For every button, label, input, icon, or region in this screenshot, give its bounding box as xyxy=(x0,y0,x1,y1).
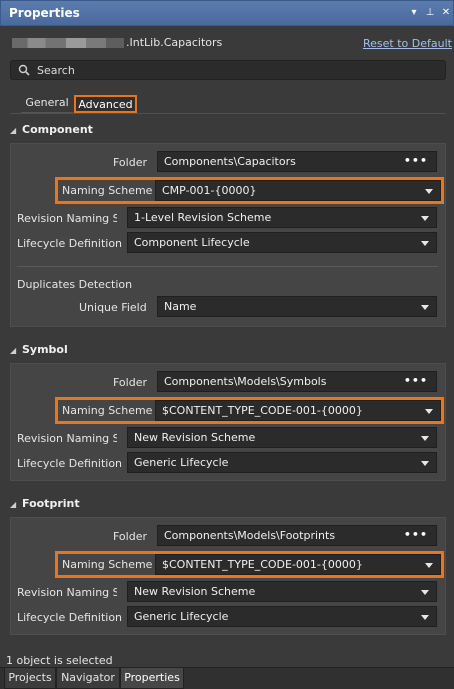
unique-field-select[interactable]: Name xyxy=(157,296,437,317)
lifecycle-label: Lifecycle Definition xyxy=(17,611,123,624)
duplicates-detection-title: Duplicates Detection xyxy=(17,278,133,291)
component-naming-scheme-select[interactable]: CMP-001-{0000} xyxy=(155,180,441,201)
naming-scheme-label: Naming Scheme xyxy=(62,404,153,417)
panel-titlebar: Properties ▾ ⊥ ✕ xyxy=(0,0,454,26)
symbol-folder-field[interactable]: Components\Models\Symbols ••• xyxy=(157,371,437,392)
naming-scheme-value: $CONTENT_TYPE_CODE-001-{0000} xyxy=(162,404,363,417)
section-header-symbol[interactable]: ◢ Symbol xyxy=(10,343,68,356)
folder-label: Folder xyxy=(113,156,147,169)
footprint-lifecycle-select[interactable]: Generic Lifecycle xyxy=(127,606,437,627)
tab-divider xyxy=(10,113,446,114)
redacted-library-prefix xyxy=(12,38,124,48)
component-folder-field[interactable]: Components\Capacitors ••• xyxy=(157,151,437,172)
naming-scheme-label: Naming Scheme xyxy=(62,558,153,571)
selection-status: 1 object is selected xyxy=(6,654,113,667)
lifecycle-value: Component Lifecycle xyxy=(134,236,250,249)
triangle-collapse-icon: ◢ xyxy=(10,126,17,135)
library-name: .IntLib.Capacitors xyxy=(126,36,223,49)
folder-value: Components\Capacitors xyxy=(164,155,296,168)
lifecycle-value: Generic Lifecycle xyxy=(134,610,229,623)
chevron-down-icon xyxy=(425,563,433,568)
folder-label: Folder xyxy=(113,376,147,389)
tab-advanced[interactable]: Advanced xyxy=(74,95,137,113)
chevron-down-icon xyxy=(421,216,429,221)
triangle-collapse-icon: ◢ xyxy=(10,500,17,509)
bottom-tab-projects[interactable]: Projects xyxy=(4,667,56,689)
chevron-down-icon xyxy=(425,189,433,194)
revision-naming-label: Revision Naming Sc xyxy=(17,432,117,445)
revision-naming-label: Revision Naming Sc xyxy=(17,586,117,599)
bottom-tab-navigator[interactable]: Navigator xyxy=(56,667,120,689)
lifecycle-label: Lifecycle Definition xyxy=(17,457,123,470)
revision-value: 1-Level Revision Scheme xyxy=(134,211,272,224)
panel-title: Properties xyxy=(9,6,80,20)
triangle-collapse-icon: ◢ xyxy=(10,346,17,355)
section-header-footprint[interactable]: ◢ Footprint xyxy=(10,497,80,510)
lifecycle-value: Generic Lifecycle xyxy=(134,456,229,469)
unique-field-label: Unique Field xyxy=(79,301,147,314)
revision-value: New Revision Scheme xyxy=(134,585,256,598)
lifecycle-label: Lifecycle Definition xyxy=(17,237,123,250)
symbol-lifecycle-select[interactable]: Generic Lifecycle xyxy=(127,452,437,473)
revision-naming-label: Revision Naming Sc xyxy=(17,212,117,225)
chevron-down-icon xyxy=(425,409,433,414)
bottom-tab-properties[interactable]: Properties xyxy=(120,667,184,689)
section-title: Footprint xyxy=(22,497,80,510)
chevron-down-icon xyxy=(421,436,429,441)
footprint-revision-select[interactable]: New Revision Scheme xyxy=(127,581,437,602)
naming-scheme-label: Naming Scheme xyxy=(62,184,153,197)
section-header-component[interactable]: ◢ Component xyxy=(10,123,93,136)
chevron-down-icon xyxy=(421,590,429,595)
revision-value: New Revision Scheme xyxy=(134,431,256,444)
folder-value: Components\Models\Symbols xyxy=(164,375,327,388)
browse-folder-button[interactable]: ••• xyxy=(404,152,428,170)
unique-field-value: Name xyxy=(164,300,197,313)
panel-menu-icon[interactable]: ▾ xyxy=(407,6,421,20)
search-icon xyxy=(18,64,30,76)
chevron-down-icon xyxy=(421,241,429,246)
component-revision-select[interactable]: 1-Level Revision Scheme xyxy=(127,207,437,228)
footprint-naming-scheme-select[interactable]: $CONTENT_TYPE_CODE-001-{0000} xyxy=(155,554,441,575)
folder-value: Components\Models\Footprints xyxy=(164,529,336,542)
search-placeholder: Search xyxy=(37,64,75,77)
naming-scheme-value: $CONTENT_TYPE_CODE-001-{0000} xyxy=(162,558,363,571)
section-title: Component xyxy=(22,123,93,136)
pin-icon[interactable]: ⊥ xyxy=(423,6,437,20)
symbol-revision-select[interactable]: New Revision Scheme xyxy=(127,427,437,448)
symbol-naming-scheme-select[interactable]: $CONTENT_TYPE_CODE-001-{0000} xyxy=(155,400,441,421)
section-divider xyxy=(17,266,438,267)
tab-general[interactable]: General xyxy=(21,95,73,113)
browse-folder-button[interactable]: ••• xyxy=(404,526,428,544)
reset-to-default-link[interactable]: Reset to Default xyxy=(363,37,452,50)
chevron-down-icon xyxy=(421,461,429,466)
section-title: Symbol xyxy=(22,343,68,356)
component-lifecycle-select[interactable]: Component Lifecycle xyxy=(127,232,437,253)
footprint-folder-field[interactable]: Components\Models\Footprints ••• xyxy=(157,525,437,546)
folder-label: Folder xyxy=(113,530,147,543)
chevron-down-icon xyxy=(421,615,429,620)
browse-folder-button[interactable]: ••• xyxy=(404,372,428,390)
naming-scheme-value: CMP-001-{0000} xyxy=(162,184,257,197)
chevron-down-icon xyxy=(421,305,429,310)
search-box[interactable]: Search xyxy=(10,60,446,80)
close-icon[interactable]: ✕ xyxy=(439,6,453,20)
